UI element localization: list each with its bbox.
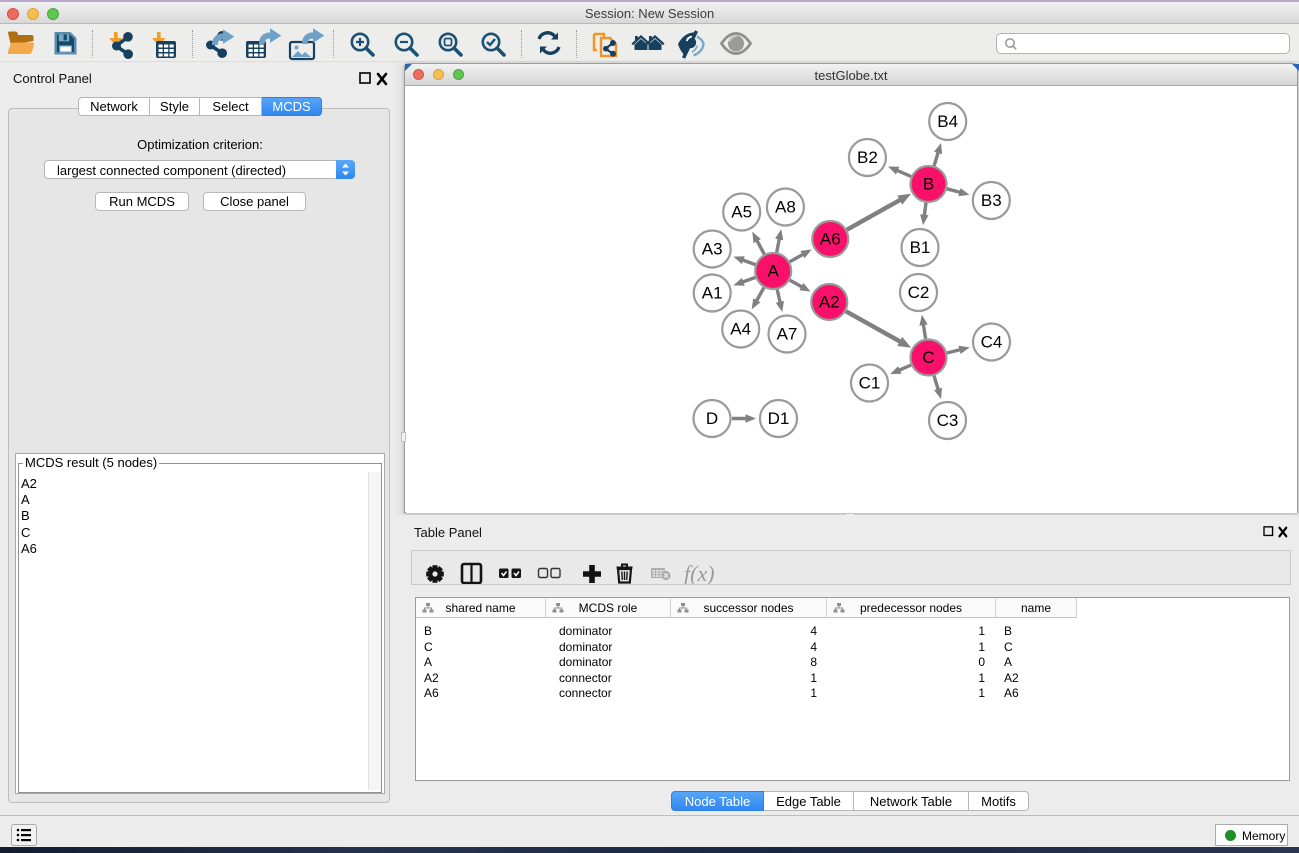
svg-text:C1: C1 (859, 374, 881, 393)
svg-text:B2: B2 (857, 148, 878, 167)
svg-text:C4: C4 (981, 333, 1003, 352)
svg-text:B: B (923, 175, 934, 194)
svg-text:A4: A4 (730, 320, 751, 339)
svg-text:A1: A1 (702, 284, 723, 303)
svg-text:A5: A5 (731, 203, 752, 222)
svg-text:C2: C2 (908, 283, 930, 302)
svg-text:B1: B1 (910, 238, 931, 257)
svg-text:D1: D1 (768, 409, 790, 428)
svg-text:A3: A3 (702, 240, 723, 259)
svg-text:f(x): f(x) (684, 561, 715, 584)
svg-text:C3: C3 (937, 411, 959, 430)
svg-text:B3: B3 (981, 191, 1002, 210)
svg-text:A8: A8 (775, 198, 796, 217)
svg-text:A2: A2 (819, 293, 840, 312)
svg-text:D: D (706, 409, 718, 428)
svg-text:B4: B4 (937, 112, 958, 131)
svg-text:C: C (922, 348, 934, 367)
svg-text:A7: A7 (777, 325, 798, 344)
svg-text:A: A (768, 262, 780, 281)
svg-text:A6: A6 (820, 230, 841, 249)
